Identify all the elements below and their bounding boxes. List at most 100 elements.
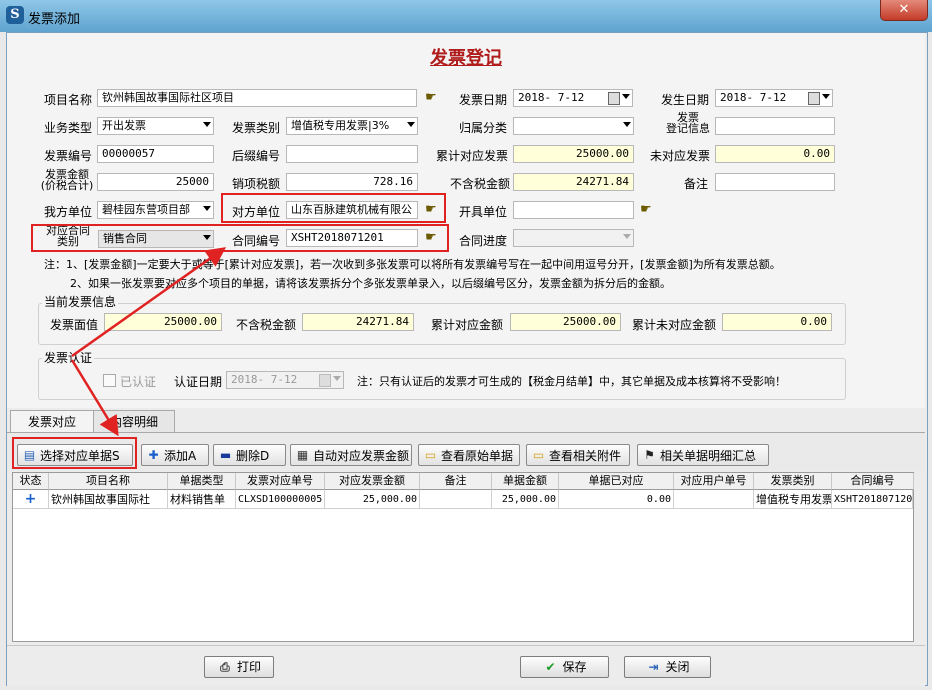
save-button[interactable]: ✔ 保存 [520,656,609,678]
certify-title: 发票认证 [42,349,95,366]
calendar-icon [319,374,331,387]
app-logo-icon: S [6,6,24,24]
chevron-down-icon [203,122,211,127]
col-header[interactable]: 备注 [420,473,492,490]
summary-button[interactable]: ⚑ 相关单据明细汇总 [637,444,769,466]
invoice-type-label: 发票类别 [232,121,281,135]
col-header[interactable]: 状态 [13,473,49,490]
reg-info-field[interactable] [715,117,835,135]
match-grid: 状态 项目名称 单据类型 发票对应单号 对应发票金额 备注 单据金额 单据已对应… [12,472,914,642]
cum-invoice-label: 累计对应发票 [436,149,509,163]
invoice-no-field[interactable]: 00000057 [97,145,214,163]
delete-button[interactable]: ▬ 删除D [213,444,286,466]
biz-type-label: 业务类型 [44,121,93,135]
table-cell[interactable]: 增值税专用发票 [754,490,832,509]
cum-invoice-field: 25000.00 [513,145,634,163]
our-unit-value: 碧桂园东营项目部 [102,203,190,216]
chevron-down-icon [203,206,211,211]
col-header[interactable]: 单据金额 [492,473,559,490]
printer-icon: ⎙ [220,660,230,674]
invoice-no-label: 发票编号 [44,149,93,163]
current-uncum-label: 累计未对应金额 [632,318,717,332]
col-header[interactable]: 发票对应单号 [236,473,325,490]
folder-icon: ▭ [424,448,437,462]
table-cell[interactable]: 钦州韩国故事国际社 [49,490,168,509]
category-select[interactable] [513,117,634,135]
invoice-date-label: 发票日期 [459,93,508,107]
contract-progress-label: 合同进度 [459,234,508,248]
note-line-2: 2、如果一张发票要对应多个项目的单据，请将该发票拆分个多张发票单录入，以后缀编号… [70,277,671,290]
exit-icon: ⇥ [648,660,659,674]
net-amount-field: 24271.84 [513,173,634,191]
certified-label: 已认证 [120,375,157,389]
face-value-field: 25000.00 [104,313,222,331]
certify-date-picker: 2018- 7-12 [226,371,344,389]
highlight-select-button [12,437,137,469]
project-name-field[interactable]: 钦州韩国故事国际社区项目 [97,89,417,107]
category-label: 归属分类 [459,121,508,135]
window-title: 发票添加 [28,12,81,27]
auto-match-button[interactable]: ▦ 自动对应发票金额 [290,444,412,466]
col-header[interactable]: 对应发票金额 [325,473,420,490]
highlight-contract [31,224,449,252]
table-cell[interactable]: 25,000.00 [492,490,559,509]
pick-issuer-unit-icon[interactable]: ☛ [640,202,652,217]
view-original-button[interactable]: ▭ 查看原始单据 [418,444,520,466]
issuer-unit-field[interactable] [513,201,634,219]
col-header[interactable]: 合同编号 [832,473,914,490]
current-net-field: 24271.84 [302,313,414,331]
pick-project-icon[interactable]: ☛ [425,90,437,105]
view-attachment-button[interactable]: ▭ 查看相关附件 [526,444,630,466]
chevron-down-icon [623,234,631,239]
current-cum-label: 累计对应金额 [431,318,504,332]
note-line-1: 注：1、[发票金额]一定要大于或等于[累计对应发票]，若一次收到多张发票可以将所… [44,258,781,271]
col-header[interactable]: 单据类型 [168,473,236,490]
current-net-label: 不含税金额 [236,318,297,332]
table-cell[interactable]: 25,000.00 [325,490,420,509]
remark-field[interactable] [715,173,835,191]
print-button[interactable]: ⎙ 打印 [204,656,274,678]
table-cell[interactable]: XSHT2018071201 [832,490,913,509]
col-header[interactable]: 发票类别 [754,473,832,490]
col-header[interactable]: 单据已对应 [559,473,674,490]
certified-checkbox [103,374,116,387]
uncorr-invoice-label: 未对应发票 [650,149,711,163]
col-header[interactable]: 对应用户单号 [674,473,754,490]
chevron-down-icon [407,122,415,127]
col-header[interactable]: 项目名称 [49,473,168,490]
invoice-type-value: 增值税专用发票|3% [291,119,390,132]
amount-field[interactable]: 25000 [97,173,214,191]
invoice-type-select[interactable]: 增值税专用发票|3% [286,117,418,135]
checkered-flag-icon: ⚑ [644,448,655,462]
tab-content-detail[interactable]: 内容明细 [93,410,175,433]
row-status-plus-icon[interactable]: + [13,490,49,509]
tab-invoice-match[interactable]: 发票对应 [10,410,94,434]
folder-icon: ▭ [532,448,545,462]
certify-note: 注：只有认证后的发票才可生成的【税金月结单】中，其它单据及成本核算将不受影响！ [357,375,786,388]
certify-date-value: 2018- 7-12 [231,373,298,386]
our-unit-select[interactable]: 碧桂园东营项目部 [97,201,214,219]
table-cell[interactable] [420,490,492,509]
close-button[interactable]: ⇥ 关闭 [624,656,711,678]
calendar-icon [808,92,820,105]
amount-label: 发票金额 (价税合计) [40,168,94,192]
biz-type-select[interactable]: 开出发票 [97,117,214,135]
close-window-button[interactable]: ✕ [880,0,928,21]
table-cell[interactable] [674,490,754,509]
occur-date-label: 发生日期 [661,93,710,107]
table-cell[interactable]: 0.00 [559,490,674,509]
calendar-icon [608,92,620,105]
chevron-down-icon [333,376,341,381]
calculator-icon: ▦ [296,448,309,462]
highlight-counter-unit [221,193,446,223]
table-cell[interactable]: CLXSD100000005 [236,490,325,509]
table-cell[interactable]: 材料销售单 [168,490,236,509]
occur-date-picker[interactable]: 2018- 7-12 [715,89,833,107]
invoice-date-picker[interactable]: 2018- 7-12 [513,89,633,107]
add-button[interactable]: ✚ 添加A [141,444,209,466]
suffix-no-field[interactable] [286,145,418,163]
remark-label: 备注 [684,177,709,191]
issuer-unit-label: 开具单位 [459,205,508,219]
footer-bar [7,645,925,686]
output-tax-field[interactable]: 728.16 [286,173,418,191]
